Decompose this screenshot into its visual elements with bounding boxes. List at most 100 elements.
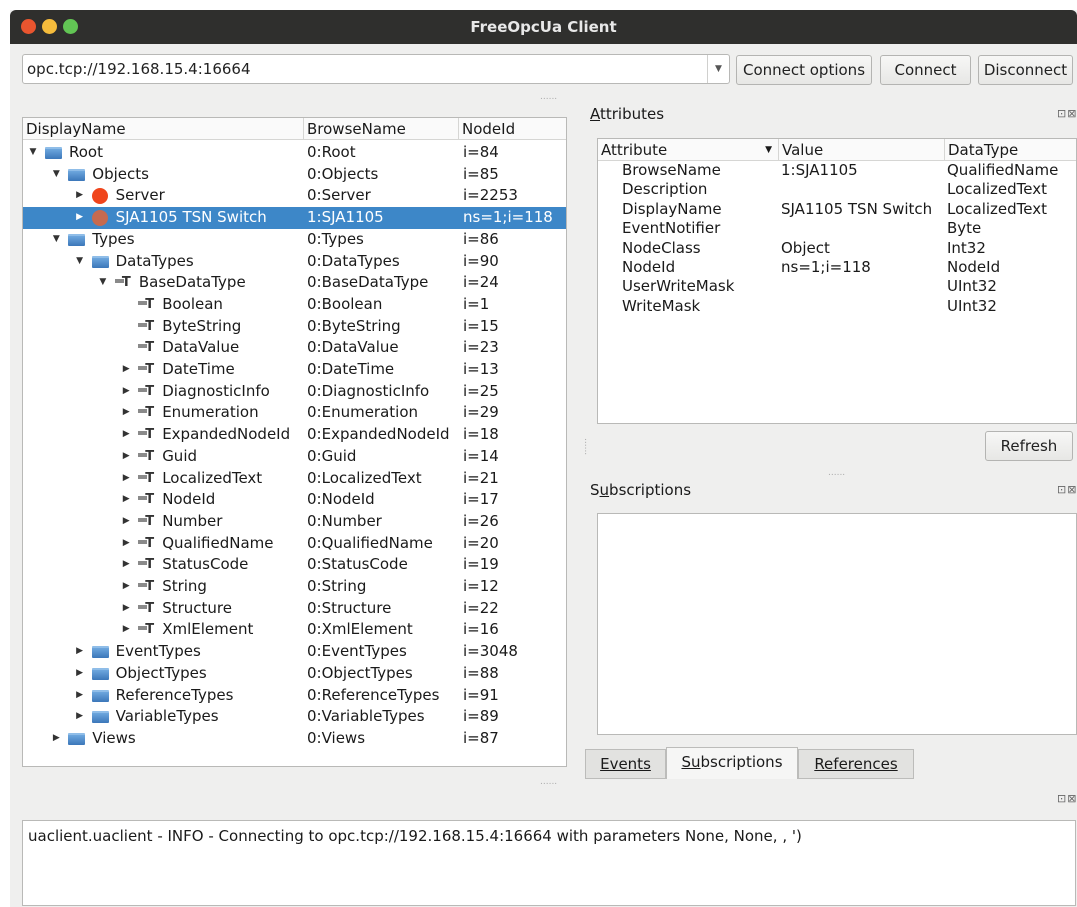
expand-arrow-icon[interactable]: ▶ — [74, 207, 86, 229]
collapse-arrow-icon[interactable]: ▼ — [50, 164, 62, 186]
attribute-row[interactable]: UserWriteMask UInt32 — [598, 277, 1075, 296]
tree-row[interactable]: ▶ T LocalizedText 0:LocalizedText i=21 — [23, 468, 566, 490]
tree-row[interactable]: ▶ T StatusCode 0:StatusCode i=19 — [23, 554, 566, 576]
attribute-row[interactable]: DisplayName SJA1105 TSN Switch LocalizedTe… — [598, 200, 1075, 219]
tree-row[interactable]: T Boolean 0:Boolean i=1 — [23, 294, 566, 316]
tree-row[interactable]: ▶ T NodeId 0:NodeId i=17 — [23, 489, 566, 511]
attribute-cell-value[interactable]: ns=1;i=118 — [781, 258, 945, 277]
attribute-row[interactable]: NodeClass Object Int32 — [598, 239, 1075, 258]
attribute-cell-value[interactable] — [781, 180, 945, 199]
tree-row[interactable]: ▼ Types 0:Types i=86 — [23, 229, 566, 251]
expand-arrow-icon[interactable]: ▶ — [120, 381, 132, 403]
attributes-body: BrowseName 1:SJA1105 QualifiedName Descript… — [598, 161, 1076, 423]
splitter-handle-vertical[interactable]: ...... — [582, 438, 592, 455]
collapse-arrow-icon[interactable]: ▼ — [27, 142, 39, 164]
tree-row[interactable]: ▶ SJA1105 TSN Switch 1:SJA1105 ns=1;i=118 — [23, 207, 566, 229]
splitter-handle[interactable]: ...... — [828, 468, 845, 478]
expand-arrow-icon[interactable]: ▶ — [120, 598, 132, 620]
tree-row[interactable]: ▼ Root 0:Root i=84 — [23, 142, 566, 164]
dock-float-icon[interactable]: ⊡⊠ — [1057, 483, 1077, 496]
tree-row[interactable]: ▶ T ExpandedNodeId 0:ExpandedNodeId i=18 — [23, 424, 566, 446]
expand-arrow-icon[interactable]: ▶ — [74, 706, 86, 728]
column-header-nodeid[interactable]: NodeId — [459, 118, 566, 140]
chevron-down-icon[interactable]: ▼ — [707, 55, 729, 83]
tree-row[interactable]: ▶ VariableTypes 0:VariableTypes i=89 — [23, 706, 566, 728]
expand-arrow-icon[interactable]: ▶ — [120, 359, 132, 381]
refresh-button[interactable]: Refresh — [985, 431, 1073, 461]
attribute-cell-value[interactable] — [781, 297, 945, 316]
attribute-cell-value[interactable]: 1:SJA1105 — [781, 161, 945, 180]
attribute-row[interactable]: Description LocalizedText — [598, 180, 1075, 199]
attributes-table[interactable]: Attribute ▼ Value DataType BrowseName 1:SJ… — [597, 138, 1077, 424]
dock-float-icon[interactable]: ⊡⊠ — [1057, 107, 1077, 120]
attribute-cell-value[interactable] — [781, 277, 945, 296]
tree-row[interactable]: ▶ T QualifiedName 0:QualifiedName i=20 — [23, 533, 566, 555]
attribute-cell-value[interactable]: SJA1105 TSN Switch — [781, 200, 945, 219]
log-output[interactable]: uaclient.uaclient - INFO - Connecting to… — [22, 820, 1076, 906]
attribute-row[interactable]: NodeId ns=1;i=118 NodeId — [598, 258, 1075, 277]
disconnect-button[interactable]: Disconnect — [978, 55, 1073, 85]
expand-arrow-icon[interactable]: ▶ — [120, 402, 132, 424]
tree-row[interactable]: ▶ Views 0:Views i=87 — [23, 728, 566, 750]
tree-row[interactable]: T ByteString 0:ByteString i=15 — [23, 316, 566, 338]
expand-arrow-icon[interactable]: ▶ — [120, 554, 132, 576]
tab-events[interactable]: Events — [585, 749, 666, 779]
tree-row[interactable]: ▶ EventTypes 0:EventTypes i=3048 — [23, 641, 566, 663]
expand-arrow-icon[interactable]: ▶ — [50, 728, 62, 750]
tree-row[interactable]: ▶ T XmlElement 0:XmlElement i=16 — [23, 619, 566, 641]
tree-row[interactable]: ▶ ObjectTypes 0:ObjectTypes i=88 — [23, 663, 566, 685]
server-url-input[interactable] — [25, 57, 705, 81]
expand-arrow-icon[interactable]: ▶ — [74, 185, 86, 207]
expand-arrow-icon[interactable]: ▶ — [120, 533, 132, 555]
splitter-handle[interactable]: ...... — [540, 777, 557, 787]
tree-cell-nodeid: i=20 — [463, 533, 499, 552]
column-header-displayname[interactable]: DisplayName — [23, 118, 304, 140]
expand-arrow-icon[interactable]: ▶ — [74, 663, 86, 685]
expand-arrow-icon[interactable]: ▶ — [120, 424, 132, 446]
tree-row[interactable]: ▶ T Number 0:Number i=26 — [23, 511, 566, 533]
attribute-row[interactable]: BrowseName 1:SJA1105 QualifiedName — [598, 161, 1075, 180]
collapse-arrow-icon[interactable]: ▼ — [74, 251, 86, 273]
attribute-cell-value[interactable] — [781, 219, 945, 238]
tree-row[interactable]: ▶ ReferenceTypes 0:ReferenceTypes i=91 — [23, 685, 566, 707]
attribute-row[interactable]: EventNotifier Byte — [598, 219, 1075, 238]
expand-arrow-icon[interactable]: ▶ — [74, 641, 86, 663]
column-header-browsename[interactable]: BrowseName — [304, 118, 459, 140]
tree-row[interactable]: ▶ T DiagnosticInfo 0:DiagnosticInfo i=25 — [23, 381, 566, 403]
collapse-arrow-icon[interactable]: ▼ — [97, 272, 109, 294]
expand-arrow-icon[interactable]: ▶ — [120, 468, 132, 490]
tree-row[interactable]: ▶ T Guid 0:Guid i=14 — [23, 446, 566, 468]
attribute-row[interactable]: WriteMask UInt32 — [598, 297, 1075, 316]
collapse-arrow-icon[interactable]: ▼ — [50, 229, 62, 251]
folder-icon — [91, 255, 109, 268]
address-space-tree[interactable]: DisplayName BrowseName NodeId ▼ Root 0:Roo… — [22, 117, 567, 767]
expand-arrow-icon[interactable]: ▶ — [120, 619, 132, 641]
dock-float-icon[interactable]: ⊡⊠ — [1057, 792, 1077, 805]
expand-arrow-icon[interactable]: ▶ — [120, 446, 132, 468]
column-header-value[interactable]: Value — [779, 139, 945, 161]
tree-row[interactable]: ▼ DataTypes 0:DataTypes i=90 — [23, 251, 566, 273]
expand-arrow-icon[interactable]: ▶ — [120, 511, 132, 533]
tree-row[interactable]: ▼ Objects 0:Objects i=85 — [23, 164, 566, 186]
tree-row[interactable]: ▶ T DateTime 0:DateTime i=13 — [23, 359, 566, 381]
attribute-cell-value[interactable]: Object — [781, 239, 945, 258]
tree-row[interactable]: ▶ T String 0:String i=12 — [23, 576, 566, 598]
subscriptions-list[interactable] — [597, 513, 1077, 735]
tree-row[interactable]: ▶ Server 0:Server i=2253 — [23, 185, 566, 207]
connect-button[interactable]: Connect — [880, 55, 971, 85]
tab-subscriptions[interactable]: Subscriptions — [666, 747, 798, 779]
tree-cell-browsename: 0:Server — [307, 186, 371, 205]
column-header-attribute[interactable]: Attribute ▼ — [598, 139, 779, 161]
expand-arrow-icon[interactable]: ▶ — [74, 685, 86, 707]
tab-references[interactable]: References — [798, 749, 914, 779]
splitter-handle[interactable]: ...... — [540, 92, 557, 102]
server-url-combobox[interactable]: ▼ — [22, 54, 730, 84]
tree-row[interactable]: ▼ T BaseDataType 0:BaseDataType i=24 — [23, 272, 566, 294]
expand-arrow-icon[interactable]: ▶ — [120, 576, 132, 598]
connect-options-button[interactable]: Connect options — [736, 55, 872, 85]
tree-row[interactable]: ▶ T Enumeration 0:Enumeration i=29 — [23, 402, 566, 424]
tree-row[interactable]: T DataValue 0:DataValue i=23 — [23, 337, 566, 359]
expand-arrow-icon[interactable]: ▶ — [120, 489, 132, 511]
tree-row[interactable]: ▶ T Structure 0:Structure i=22 — [23, 598, 566, 620]
column-header-datatype[interactable]: DataType — [945, 139, 1076, 161]
